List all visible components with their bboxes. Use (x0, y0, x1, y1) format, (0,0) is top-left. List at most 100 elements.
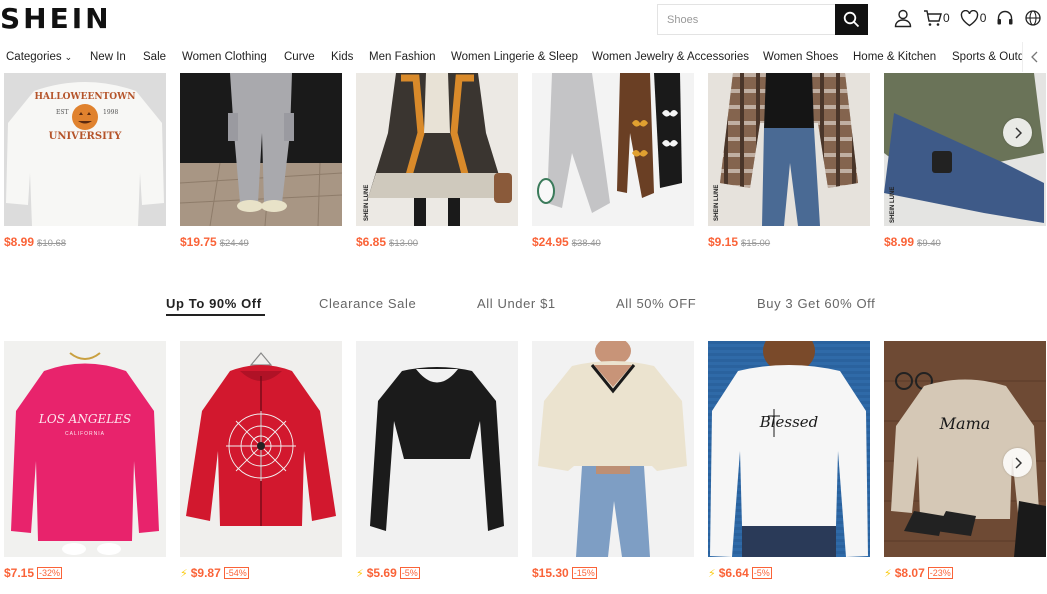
sale-price: $19.75 (180, 235, 217, 249)
chevron-left-icon (1031, 51, 1038, 63)
product-card[interactable] (356, 341, 518, 557)
nav-women-jewelry[interactable]: Women Jewelry & Accessories (592, 51, 749, 63)
product-image (356, 341, 518, 557)
tab-buy-3-get-60-off[interactable]: Buy 3 Get 60% Off (757, 296, 875, 311)
print-text: Blessed (759, 413, 819, 431)
product-card[interactable]: SHEIN LUNE (708, 73, 870, 226)
product-image: HALLOWEENTOWN EST 1998 UNIVERSITY (4, 73, 166, 226)
product-image: Blessed (708, 341, 870, 557)
sale-price: $7.15 (4, 566, 35, 580)
product-image: SHEIN LUNE (356, 73, 518, 226)
product-image (180, 341, 342, 557)
tab-clearance-sale[interactable]: Clearance Sale (319, 296, 416, 311)
sale-price: $6.85 (356, 235, 387, 249)
tab-up-to-90-off[interactable]: Up To 90% Off (166, 296, 262, 311)
header: SHEIN 0 0 (0, 0, 1047, 40)
nav-prev-button[interactable] (1022, 42, 1047, 72)
product-card[interactable] (532, 73, 694, 226)
language-button[interactable] (1024, 9, 1042, 27)
nav-sale[interactable]: Sale (143, 51, 166, 63)
sale-price: $8.99 (4, 235, 35, 249)
product-image (180, 73, 342, 226)
product-card[interactable]: SHEIN LUNE (884, 73, 1046, 226)
product-card[interactable] (532, 341, 694, 557)
sale-price: $15.30 (532, 566, 569, 580)
account-button[interactable] (893, 8, 913, 28)
nav-women-clothing[interactable]: Women Clothing (182, 51, 267, 63)
price-row: $8.99 $9.40 (884, 235, 941, 249)
price-row: $7.15 -32% (4, 566, 63, 580)
product-card[interactable] (180, 73, 342, 226)
nav-categories[interactable]: Categories ⌄ (6, 51, 72, 63)
support-button[interactable] (996, 9, 1014, 27)
nav-men-fashion[interactable]: Men Fashion (369, 51, 435, 63)
product-image: SHEIN LUNE (708, 73, 870, 226)
search-button[interactable] (835, 4, 868, 35)
product-card[interactable]: HALLOWEENTOWN EST 1998 UNIVERSITY (4, 73, 166, 226)
nav-kids[interactable]: Kids (331, 51, 353, 63)
nav-curve[interactable]: Curve (284, 51, 315, 63)
tab-all-under-1[interactable]: All Under $1 (477, 296, 556, 311)
headset-icon (997, 10, 1013, 25)
product-image (532, 73, 694, 226)
user-icon (894, 9, 912, 28)
product-card[interactable]: SHEIN LUNE (356, 73, 518, 226)
carousel-next-button[interactable] (1003, 448, 1032, 477)
price-row: $6.85 $13.00 (356, 235, 418, 249)
sale-price: $24.95 (532, 235, 569, 249)
price-row: $8.99 $10.68 (4, 235, 66, 249)
nav-sports[interactable]: Sports & Outd (952, 51, 1024, 63)
nav-home-kitchen[interactable]: Home & Kitchen (853, 51, 936, 63)
shein-logo[interactable]: SHEIN (0, 2, 112, 35)
chevron-right-icon (1014, 126, 1022, 139)
product-card[interactable] (180, 341, 342, 557)
sale-price: $8.99 (884, 235, 915, 249)
product-card[interactable]: Blessed (708, 341, 870, 557)
original-price: $38.40 (571, 238, 601, 249)
nav-women-shoes[interactable]: Women Shoes (763, 51, 838, 63)
search-icon (843, 11, 860, 28)
cart-icon (924, 10, 942, 26)
carousel-next-button[interactable] (1003, 118, 1032, 147)
price-row: $19.75 $24.49 (180, 235, 249, 249)
discount-badge: -15% (571, 567, 597, 579)
tab-all-50-off[interactable]: All 50% OFF (616, 296, 696, 311)
nav-label: Categories (6, 51, 62, 63)
product-card[interactable]: LOS ANGELES CALIFORNIA (4, 341, 166, 557)
price-row: $15.30 -15% (532, 566, 597, 580)
print-text: UNIVERSITY (49, 131, 123, 142)
print-text: LOS ANGELES (38, 412, 131, 426)
promo-tabs: Up To 90% Off Clearance Sale All Under $… (0, 292, 1047, 322)
print-text: HALLOWEENTOWN (35, 92, 136, 102)
globe-icon (1025, 10, 1042, 26)
cart-count: 0 (943, 11, 950, 25)
nav-women-lingerie[interactable]: Women Lingerie & Sleep (451, 51, 578, 63)
flash-sale-icon: ⚡ (708, 568, 716, 580)
nav-new-in[interactable]: New In (90, 51, 126, 63)
flash-sale-icon: ⚡ (180, 568, 188, 580)
discount-badge: -54% (223, 567, 249, 579)
price-row: $9.15 $15.00 (708, 235, 770, 249)
price-row: $24.95 $38.40 (532, 235, 601, 249)
print-text: EST (56, 109, 69, 116)
product-image: SHEIN LUNE (884, 73, 1046, 226)
discount-badge: -32% (37, 567, 63, 579)
original-price: $24.49 (219, 238, 249, 249)
cart-button[interactable]: 0 (923, 9, 950, 27)
original-price: $15.00 (741, 238, 771, 249)
flash-sale-icon: ⚡ (356, 568, 364, 580)
sale-price: $5.69 (366, 566, 397, 580)
product-image: LOS ANGELES CALIFORNIA (4, 341, 166, 557)
original-price: $13.00 (389, 238, 419, 249)
original-price: $9.40 (917, 238, 941, 249)
price-row: ⚡ $9.87 -54% (180, 566, 249, 580)
print-text: Mama (939, 414, 991, 433)
sale-price: $9.87 (190, 566, 221, 580)
wishlist-button[interactable]: 0 (960, 9, 986, 27)
watermark-text: SHEIN LUNE (364, 185, 370, 221)
search-input[interactable] (658, 5, 835, 34)
header-icons: 0 0 (893, 6, 1047, 30)
active-tab-indicator (166, 314, 265, 316)
chevron-right-icon (1014, 456, 1022, 469)
price-row: ⚡ $6.64 -5% (708, 566, 772, 580)
